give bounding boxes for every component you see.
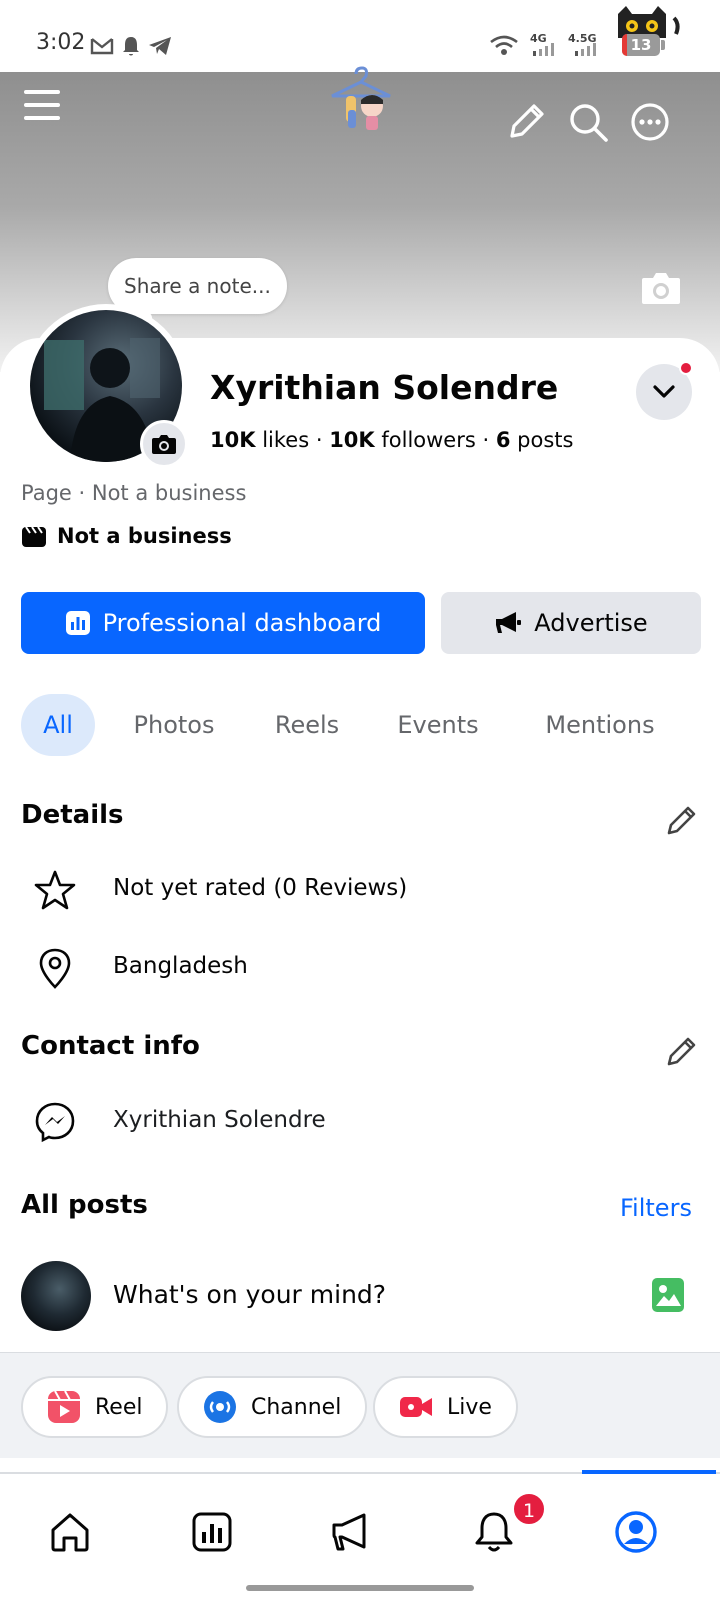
home-indicator[interactable]: [246, 1585, 474, 1591]
gmail-icon: [90, 38, 114, 55]
reel-label: Reel: [95, 1394, 143, 1420]
megaphone-nav-icon: [332, 1513, 366, 1551]
likes-count: 10K: [210, 428, 256, 452]
battery-indicator: 13: [622, 34, 660, 56]
chevron-down-icon: [653, 385, 675, 398]
channel-chip[interactable]: Channel: [177, 1376, 368, 1438]
status-bar: 3:02 4G 4.5G 13: [0, 0, 720, 72]
bottom-navigation: [0, 1470, 720, 1600]
business-status-label: Not a business: [57, 524, 232, 548]
nav-home[interactable]: [40, 1502, 100, 1562]
battery-level: 13: [630, 36, 652, 54]
profile-icon: [615, 1511, 657, 1553]
followers-label[interactable]: followers: [381, 428, 475, 452]
battery-cap: [661, 40, 665, 50]
post-composer-input[interactable]: What's on your mind?: [113, 1280, 386, 1309]
search-icon[interactable]: [564, 98, 612, 146]
composer-avatar[interactable]: [21, 1261, 91, 1331]
page-category: Page · Not a business: [21, 481, 247, 505]
advertise-button[interactable]: Advertise: [441, 592, 701, 654]
edit-icon[interactable]: [502, 98, 550, 146]
image-glyph: [656, 1285, 681, 1306]
likes-label[interactable]: likes: [262, 428, 309, 452]
filters-link[interactable]: Filters: [620, 1194, 692, 1222]
share-note-bubble[interactable]: Share a note...: [108, 258, 287, 324]
posts-label: posts: [517, 428, 574, 452]
star-icon: [34, 870, 76, 910]
live-label: Live: [447, 1394, 492, 1420]
reel-chip[interactable]: Reel: [21, 1376, 169, 1438]
posts-count: 6: [495, 428, 511, 452]
messenger-row[interactable]: Xyrithian Solendre: [0, 1091, 720, 1151]
channel-icon: [203, 1390, 237, 1424]
details-heading: Details: [21, 800, 124, 830]
notification-badge: 1: [512, 1492, 546, 1526]
avatar-camera-button[interactable]: [140, 420, 188, 468]
advertise-label: Advertise: [534, 609, 648, 637]
live-chip[interactable]: Live: [373, 1376, 518, 1438]
signal-1-icon: [533, 43, 554, 56]
tab-reels[interactable]: Reels: [262, 694, 352, 756]
hanger-sticker-icon: [331, 66, 391, 130]
camera-icon: [152, 435, 176, 454]
wifi-icon: [490, 35, 518, 55]
tab-events[interactable]: Events: [388, 694, 488, 756]
insights-icon: [192, 1512, 232, 1552]
page-title: Xyrithian Solendre: [210, 368, 559, 407]
business-status: Not a business: [21, 524, 232, 548]
notification-bell-icon: [123, 37, 139, 56]
tab-all[interactable]: All: [21, 694, 95, 756]
status-time: 3:02: [36, 30, 86, 55]
followers-count: 10K: [329, 428, 375, 452]
professional-dashboard-button[interactable]: Professional dashboard: [21, 592, 425, 654]
messenger-name: Xyrithian Solendre: [113, 1107, 326, 1133]
dashboard-label: Professional dashboard: [102, 609, 382, 637]
stats-separator: ·: [315, 428, 330, 452]
telegram-icon: [149, 37, 171, 55]
tab-mentions[interactable]: Mentions: [530, 694, 670, 756]
clapperboard-icon: [22, 526, 46, 547]
notification-dot: [679, 361, 693, 375]
cat-sticker-icon: [618, 6, 680, 38]
cover-camera-icon[interactable]: [640, 270, 682, 306]
edit-contact-icon[interactable]: [664, 1033, 700, 1069]
reel-icon: [47, 1390, 81, 1424]
location-pin-icon: [39, 948, 71, 989]
nav-profile[interactable]: [606, 1502, 666, 1562]
messenger-icon: [35, 1102, 75, 1143]
photo-icon[interactable]: [652, 1278, 684, 1312]
tab-photos[interactable]: Photos: [116, 694, 232, 756]
more-options-icon[interactable]: [626, 98, 674, 146]
page-stats: 10K likes · 10K followers · 6 posts: [210, 428, 573, 452]
nav-ads[interactable]: [322, 1502, 382, 1562]
menu-icon[interactable]: [20, 82, 68, 130]
megaphone-icon: [494, 610, 522, 636]
rating-text: Not yet rated (0 Reviews): [113, 875, 408, 901]
home-icon: [51, 1513, 89, 1552]
active-tab-indicator: [582, 1470, 716, 1474]
rating-row[interactable]: Not yet rated (0 Reviews): [0, 859, 720, 919]
location-text: Bangladesh: [113, 953, 248, 979]
signal-2-icon: [575, 43, 596, 56]
contact-info-heading: Contact info: [21, 1031, 200, 1061]
edit-details-icon[interactable]: [664, 802, 700, 838]
nav-dashboard[interactable]: [182, 1502, 242, 1562]
stats-separator: ·: [482, 428, 496, 452]
channel-label: Channel: [251, 1394, 342, 1420]
bell-icon: [475, 1512, 513, 1552]
dashboard-icon: [65, 610, 91, 636]
all-posts-heading: All posts: [21, 1190, 148, 1220]
live-video-icon: [399, 1390, 433, 1424]
location-row[interactable]: Bangladesh: [0, 937, 720, 997]
